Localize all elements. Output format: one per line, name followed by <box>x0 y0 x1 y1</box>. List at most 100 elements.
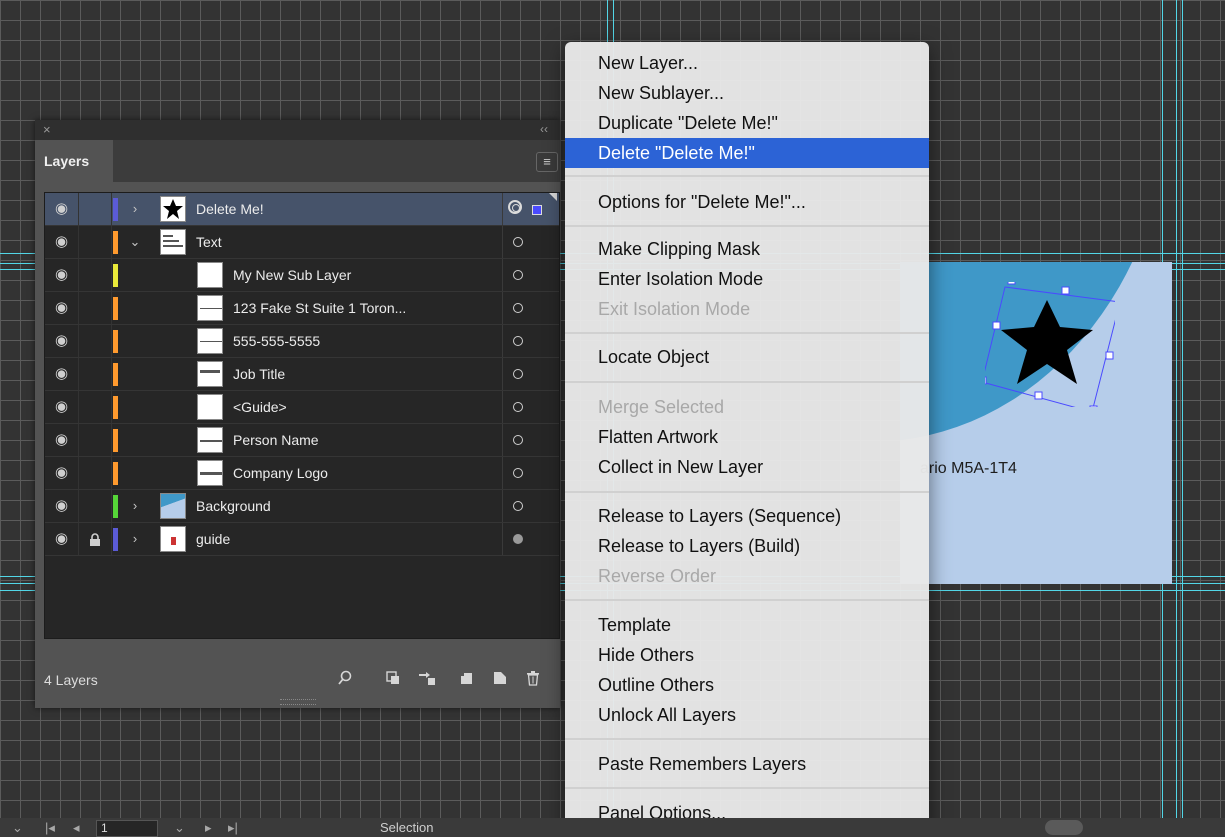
target-circle-icon[interactable] <box>513 303 523 313</box>
target-circle-icon[interactable] <box>513 435 523 445</box>
menu-item-duplicate[interactable]: Duplicate "Delete Me!" <box>565 108 929 138</box>
menu-item-locate-object[interactable]: Locate Object <box>565 342 929 372</box>
layer-name[interactable]: 123 Fake St Suite 1 Toron... <box>233 292 406 324</box>
sublayer-row[interactable]: ◉ Job Title <box>45 358 559 391</box>
panel-titlebar[interactable]: × ‹‹ <box>35 120 560 140</box>
menu-item-paste-remembers-layers[interactable]: Paste Remembers Layers <box>565 749 929 779</box>
lock-toggle[interactable] <box>78 391 112 423</box>
selected-star-object[interactable] <box>978 276 1126 414</box>
layer-name[interactable]: guide <box>196 523 230 555</box>
sublayer-row[interactable]: ◉ Person Name <box>45 424 559 457</box>
layer-name[interactable]: Background <box>196 490 271 522</box>
first-artboard-icon[interactable]: |◂ <box>45 818 55 837</box>
target-selected-icon[interactable] <box>508 200 522 214</box>
menu-item-options[interactable]: Options for "Delete Me!"... <box>565 187 929 217</box>
layer-name[interactable]: Delete Me! <box>196 193 264 225</box>
menu-item-release-build[interactable]: Release to Layers (Build) <box>565 531 929 561</box>
menu-item-enter-isolation-mode[interactable]: Enter Isolation Mode <box>565 264 929 294</box>
panel-menu-icon[interactable]: ≡ <box>536 152 558 172</box>
eye-icon[interactable]: ◉ <box>45 292 79 324</box>
target-cell[interactable] <box>502 523 559 555</box>
target-cell[interactable] <box>502 259 559 291</box>
layer-name[interactable]: Company Logo <box>233 457 328 489</box>
chevron-right-icon[interactable]: › <box>127 523 143 555</box>
eye-icon[interactable]: ◉ <box>45 391 79 423</box>
target-circle-icon[interactable] <box>513 402 523 412</box>
menu-item-collect-in-new-layer[interactable]: Collect in New Layer <box>565 452 929 482</box>
eye-icon[interactable]: ◉ <box>45 490 79 522</box>
menu-item-unlock-all-layers[interactable]: Unlock All Layers <box>565 700 929 730</box>
target-cell[interactable] <box>502 424 559 456</box>
eye-icon[interactable]: ◉ <box>45 226 79 258</box>
menu-item-template[interactable]: Template <box>565 610 929 640</box>
target-cell[interactable] <box>502 193 559 225</box>
menu-item-delete[interactable]: Delete "Delete Me!" <box>565 138 929 168</box>
eye-icon[interactable]: ◉ <box>45 358 79 390</box>
new-sublayer-icon[interactable] <box>457 670 475 688</box>
chevron-right-icon[interactable]: › <box>127 193 143 225</box>
target-circle-icon[interactable] <box>513 237 523 247</box>
layer-name[interactable]: <Guide> <box>233 391 287 423</box>
layer-name[interactable]: Person Name <box>233 424 319 456</box>
lock-toggle[interactable] <box>78 490 112 522</box>
eye-icon[interactable]: ◉ <box>45 259 79 291</box>
selection-indicator[interactable] <box>532 205 542 215</box>
clipping-mask-icon[interactable] <box>384 670 402 688</box>
lock-toggle[interactable] <box>78 325 112 357</box>
collapse-icon[interactable]: ‹‹ <box>540 122 548 136</box>
lock-toggle[interactable] <box>78 424 112 456</box>
menu-item-outline-others[interactable]: Outline Others <box>565 670 929 700</box>
zoom-dropdown-icon[interactable]: ⌄ <box>12 818 23 837</box>
target-circle-icon[interactable] <box>513 270 523 280</box>
artboard-dropdown-icon[interactable]: ⌄ <box>174 818 185 837</box>
target-cell[interactable] <box>502 358 559 390</box>
target-circle-icon[interactable] <box>513 468 523 478</box>
target-circle-icon[interactable] <box>513 336 523 346</box>
target-cell[interactable] <box>502 292 559 324</box>
target-cell[interactable] <box>502 490 559 522</box>
target-circle-icon[interactable] <box>513 501 523 511</box>
eye-icon[interactable]: ◉ <box>45 457 79 489</box>
layer-row-guide[interactable]: ◉ › guide <box>45 523 559 556</box>
lock-toggle[interactable] <box>78 457 112 489</box>
layer-row-background[interactable]: ◉ › Background <box>45 490 559 523</box>
sublayer-row[interactable]: ◉ Company Logo <box>45 457 559 490</box>
trash-icon[interactable] <box>524 670 542 688</box>
tab-layers[interactable]: Layers <box>35 140 113 182</box>
menu-item-release-sequence[interactable]: Release to Layers (Sequence) <box>565 501 929 531</box>
lock-toggle[interactable] <box>78 292 112 324</box>
status-toggle[interactable] <box>1045 820 1083 835</box>
next-artboard-icon[interactable]: ▸ <box>205 818 212 837</box>
layer-name[interactable]: Text <box>196 226 222 258</box>
target-cell[interactable] <box>502 457 559 489</box>
target-circle-icon[interactable] <box>513 534 523 544</box>
lock-toggle[interactable] <box>78 259 112 291</box>
close-icon[interactable]: × <box>43 122 51 137</box>
menu-item-new-sublayer[interactable]: New Sublayer... <box>565 78 929 108</box>
layer-name[interactable]: My New Sub Layer <box>233 259 351 291</box>
eye-icon[interactable]: ◉ <box>45 325 79 357</box>
artboard-address-text[interactable]: ario M5A-1T4 <box>920 460 1017 478</box>
target-cell[interactable] <box>502 325 559 357</box>
search-icon[interactable] <box>336 670 354 688</box>
menu-item-hide-others[interactable]: Hide Others <box>565 640 929 670</box>
sublayer-row[interactable]: ◉ 555-555-5555 <box>45 325 559 358</box>
artboard-number-field[interactable]: 1 <box>96 820 158 837</box>
target-cell[interactable] <box>502 391 559 423</box>
menu-item-flatten-artwork[interactable]: Flatten Artwork <box>565 422 929 452</box>
panel-resize-grip[interactable] <box>280 699 316 705</box>
lock-toggle[interactable] <box>78 226 112 258</box>
last-artboard-icon[interactable]: ▸| <box>228 818 238 837</box>
sublayer-row[interactable]: ◉ 123 Fake St Suite 1 Toron... <box>45 292 559 325</box>
eye-icon[interactable]: ◉ <box>45 193 79 225</box>
current-tool-label[interactable]: Selection <box>380 818 433 837</box>
target-circle-icon[interactable] <box>513 369 523 379</box>
eye-icon[interactable]: ◉ <box>45 523 79 555</box>
menu-item-make-clipping-mask[interactable]: Make Clipping Mask <box>565 234 929 264</box>
previous-artboard-icon[interactable]: ◂ <box>73 818 80 837</box>
layer-row-text[interactable]: ◉ ⌄ Text <box>45 226 559 259</box>
layer-name[interactable]: 555-555-5555 <box>233 325 320 357</box>
move-to-layer-icon[interactable] <box>418 670 436 688</box>
lock-icon[interactable] <box>78 523 112 555</box>
sublayer-row[interactable]: ◉ My New Sub Layer <box>45 259 559 292</box>
